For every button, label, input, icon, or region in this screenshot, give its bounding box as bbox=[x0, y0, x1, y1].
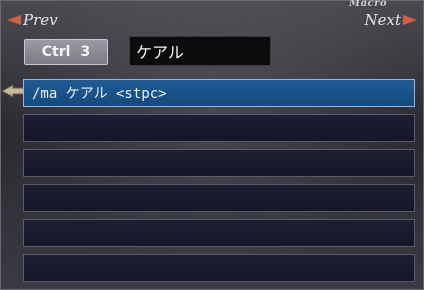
prev-button[interactable]: Prev bbox=[7, 11, 58, 29]
modifier-key-label: Ctrl bbox=[41, 44, 71, 60]
macro-line-1[interactable]: /ma ケアル <stpc> bbox=[23, 79, 415, 107]
next-button[interactable]: Next bbox=[364, 11, 417, 29]
arrow-right-icon bbox=[403, 15, 417, 25]
next-label: Next bbox=[364, 11, 402, 29]
macro-line-4[interactable] bbox=[23, 184, 415, 212]
prev-label: Prev bbox=[23, 11, 58, 29]
macro-slot-number: 3 bbox=[80, 44, 91, 60]
macro-name-field[interactable]: ケアル bbox=[129, 36, 271, 66]
arrow-left-icon bbox=[7, 15, 21, 25]
macro-line-2[interactable] bbox=[23, 114, 415, 142]
macro-set-badge[interactable]: Ctrl 3 bbox=[24, 39, 108, 65]
window-title: Macro bbox=[349, 0, 388, 9]
macro-editor-panel: Macro Prev Next Ctrl 3 ケアル /ma ケアル <stpc… bbox=[0, 0, 424, 290]
macro-line-5[interactable] bbox=[23, 219, 415, 247]
macro-line-3[interactable] bbox=[23, 149, 415, 177]
macro-line-6[interactable] bbox=[23, 254, 415, 282]
